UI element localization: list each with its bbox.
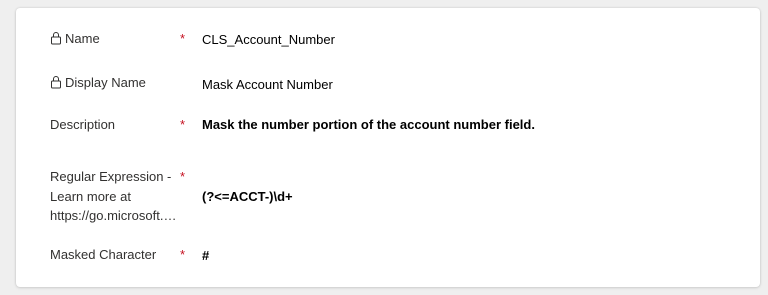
lock-icon: [51, 75, 61, 88]
name-label-text: Name: [65, 31, 100, 46]
display-name-label-text: Display Name: [65, 75, 146, 90]
name-field-label: Name: [50, 29, 100, 48]
regex-label-line-1: Regular Expression -: [50, 169, 172, 184]
regex-learn-more-link[interactable]: https://go.microsoft.c…: [50, 206, 180, 226]
masked-character-required-marker: *: [180, 247, 186, 262]
masked-character-label-text: Masked Character: [50, 247, 157, 262]
name-required-marker: *: [180, 31, 186, 46]
display-name-value[interactable]: Mask Account Number: [202, 75, 333, 94]
entity-form-card: Name * CLS_Account_Number Display Name M…: [16, 8, 760, 287]
regex-label-line-2: Learn more at: [50, 188, 131, 204]
regex-required-marker: *: [180, 169, 186, 184]
description-field-label: Description: [50, 115, 115, 134]
masked-character-value[interactable]: #: [202, 246, 209, 265]
regex-field-label: Regular Expression - Learn more at https…: [50, 167, 180, 226]
display-name-field-label: Display Name: [50, 73, 146, 92]
name-value[interactable]: CLS_Account_Number: [202, 30, 335, 49]
description-required-marker: *: [180, 117, 186, 132]
lock-icon: [51, 31, 61, 44]
masked-character-field-label: Masked Character: [50, 245, 156, 264]
regex-value[interactable]: (?<=ACCT-)\d+: [202, 187, 293, 206]
description-value[interactable]: Mask the number portion of the account n…: [202, 115, 535, 134]
description-label-text: Description: [50, 117, 116, 132]
